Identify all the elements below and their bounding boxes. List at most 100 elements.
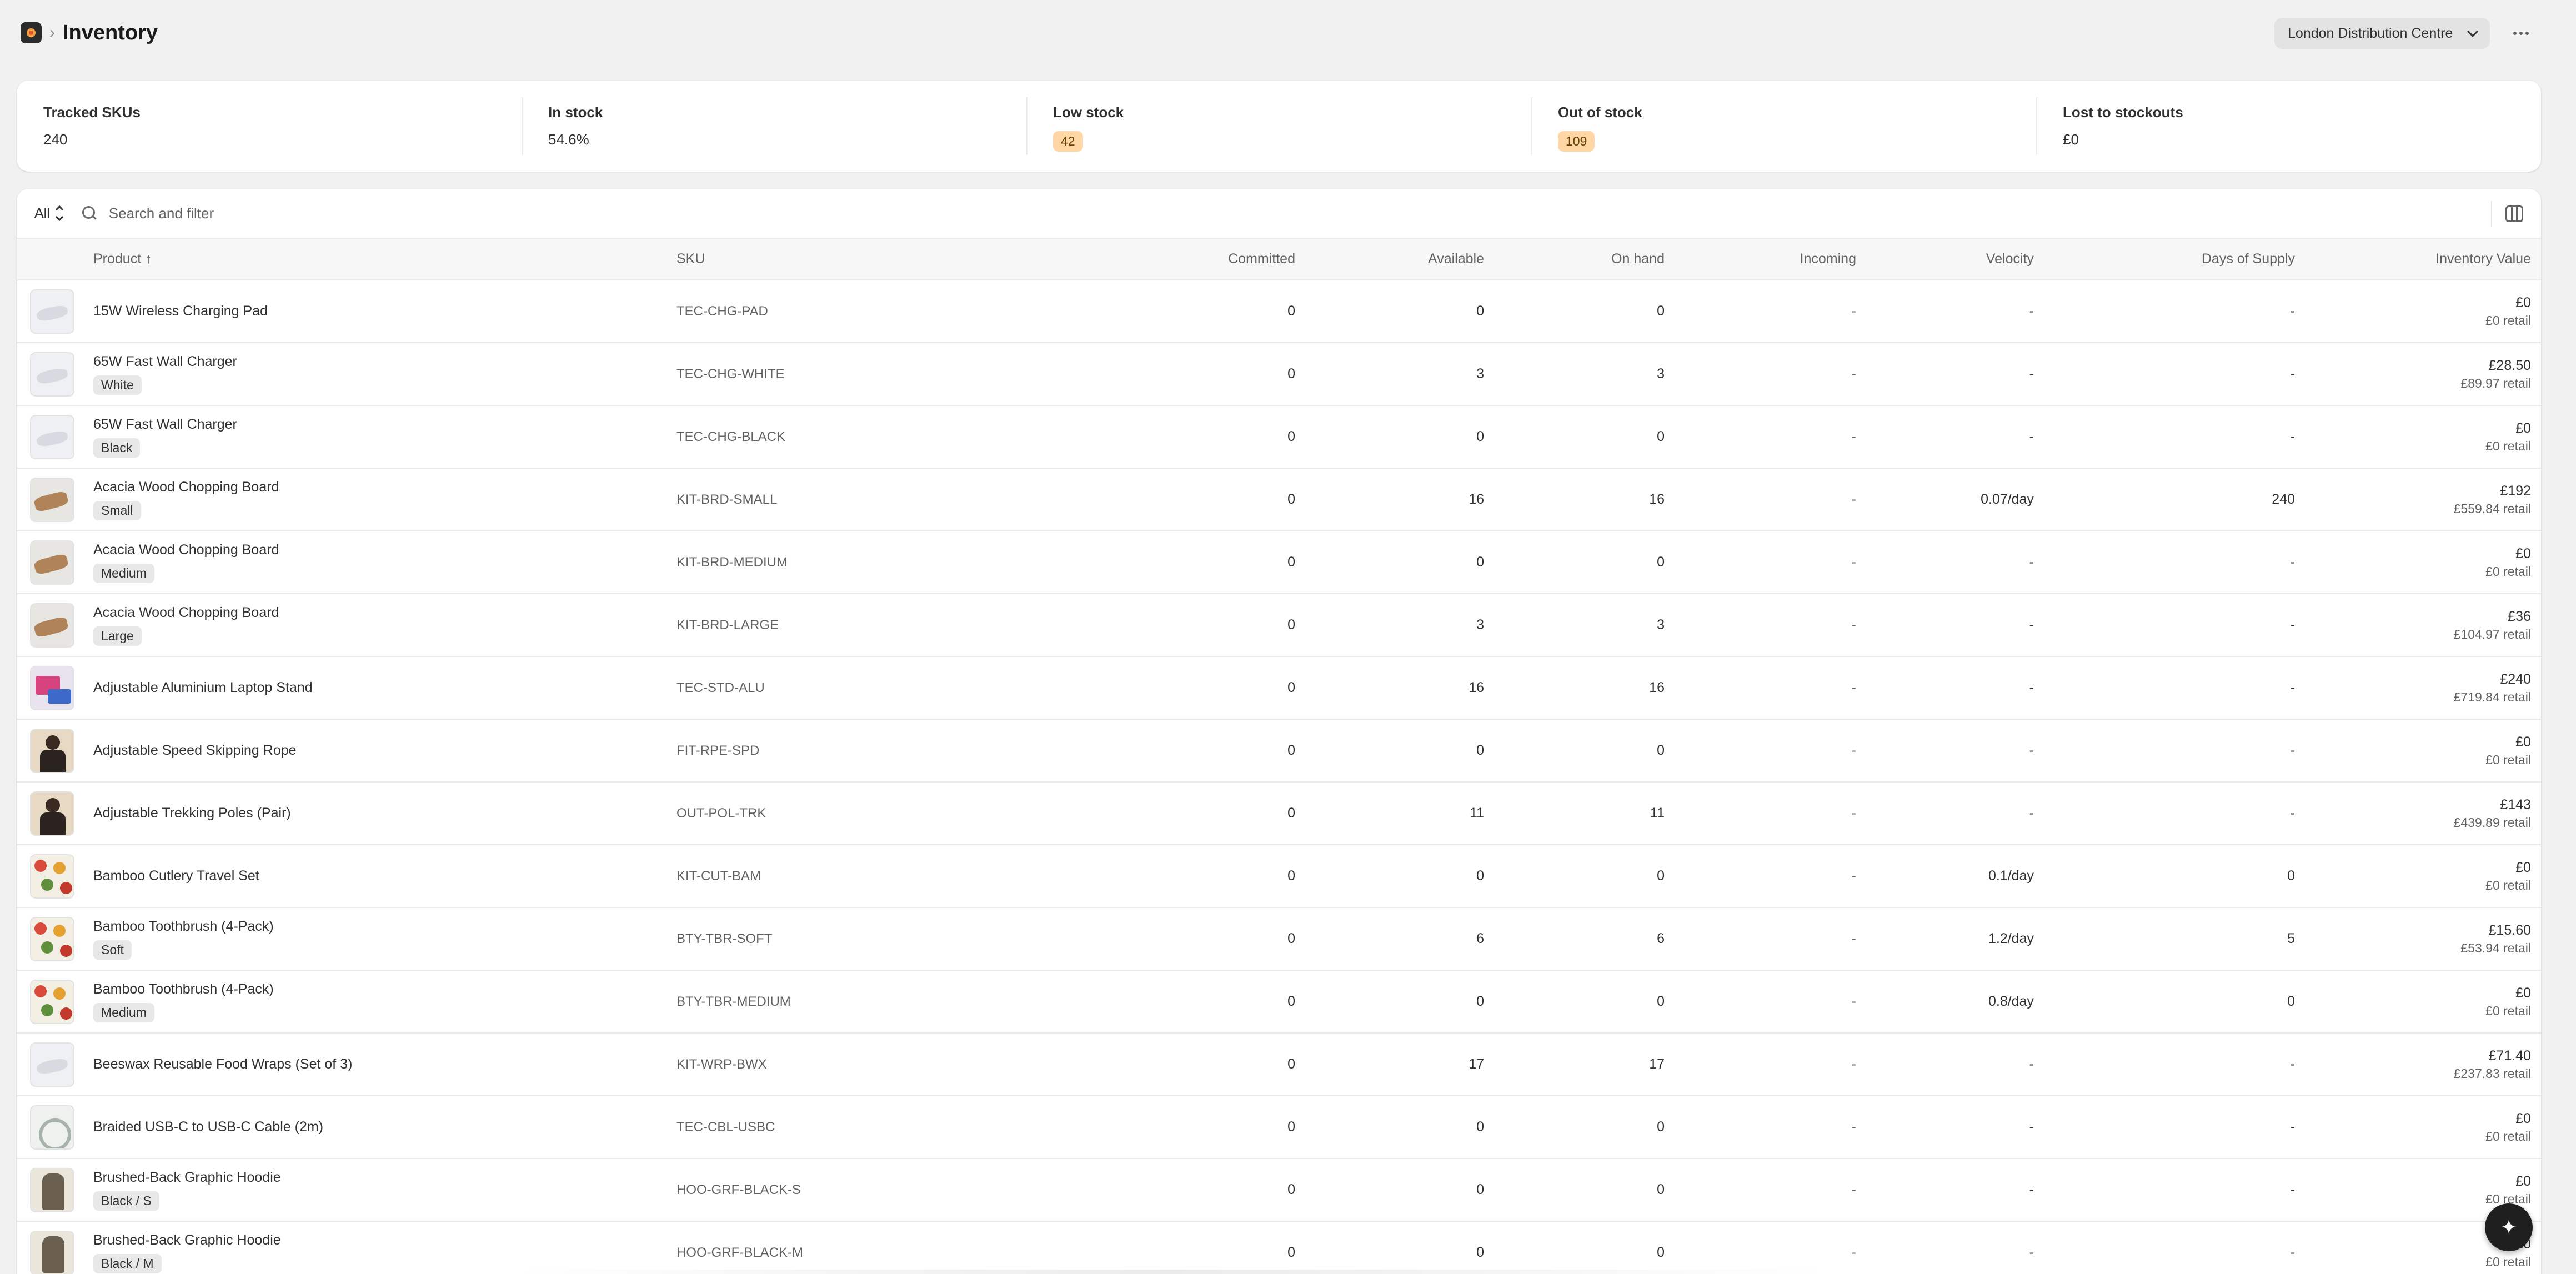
header-velocity[interactable]: Velocity (1866, 239, 2044, 280)
available-cell[interactable]: 16 (1305, 656, 1494, 719)
inventory-value-cell: £0 £0 retail (2305, 280, 2541, 343)
product-cell[interactable]: 65W Fast Wall Charger Black (83, 405, 666, 468)
on-hand-cell[interactable]: 0 (1494, 280, 1675, 343)
product-cell[interactable]: Bamboo Toothbrush (4-Pack) Soft (83, 907, 666, 970)
on-hand-cell[interactable]: 3 (1494, 343, 1675, 405)
product-name: 15W Wireless Charging Pad (93, 303, 268, 319)
on-hand-cell[interactable]: 16 (1494, 468, 1675, 531)
product-cell[interactable]: 65W Fast Wall Charger White (83, 343, 666, 405)
table-row[interactable]: Beeswax Reusable Food Wraps (Set of 3) KI… (17, 1033, 2541, 1096)
search-input[interactable] (108, 204, 775, 222)
on-hand-cell[interactable]: 6 (1494, 907, 1675, 970)
header-days-of-supply[interactable]: Days of Supply (2044, 239, 2305, 280)
available-cell[interactable]: 0 (1305, 531, 1494, 594)
velocity-cell: - (2029, 805, 2034, 821)
available-cell[interactable]: 17 (1305, 1033, 1494, 1096)
table-row[interactable]: Bamboo Toothbrush (4-Pack) Medium BTY-TBR-… (17, 970, 2541, 1033)
header-available[interactable]: Available (1305, 239, 1494, 280)
table-row[interactable]: Adjustable Aluminium Laptop Stand TEC-STD… (17, 656, 2541, 719)
product-thumbnail (30, 1230, 74, 1274)
table-row[interactable]: Brushed-Back Graphic Hoodie Black / M HOO-… (17, 1221, 2541, 1274)
available-cell[interactable]: 0 (1305, 1096, 1494, 1158)
product-cell[interactable]: Bamboo Cutlery Travel Set (83, 845, 666, 907)
product-cell[interactable]: 15W Wireless Charging Pad (83, 280, 666, 343)
available-cell[interactable]: 3 (1305, 343, 1494, 405)
table-row[interactable]: Braided USB-C to USB-C Cable (2m) TEC-CBL… (17, 1096, 2541, 1158)
app-logo-icon[interactable] (21, 22, 42, 43)
available-cell[interactable]: 0 (1305, 719, 1494, 782)
available-cell[interactable]: 0 (1305, 280, 1494, 343)
header-incoming[interactable]: Incoming (1675, 239, 1866, 280)
table-row[interactable]: 65W Fast Wall Charger White TEC-CHG-WHITE 0… (17, 343, 2541, 405)
on-hand-cell[interactable]: 11 (1494, 782, 1675, 845)
table-row[interactable]: Acacia Wood Chopping Board Small KIT-BRD-S… (17, 468, 2541, 531)
on-hand-cell[interactable]: 3 (1494, 594, 1675, 656)
location-selector[interactable]: London Distribution Centre (2274, 18, 2490, 49)
retail-value: £0 retail (2485, 1003, 2531, 1018)
table-row[interactable]: Bamboo Toothbrush (4-Pack) Soft BTY-TBR-SO… (17, 907, 2541, 970)
product-cell[interactable]: Adjustable Speed Skipping Rope (83, 719, 666, 782)
table-row[interactable]: Brushed-Back Graphic Hoodie Black / S HOO-… (17, 1158, 2541, 1221)
product-cell[interactable]: Acacia Wood Chopping Board Large (83, 594, 666, 656)
more-actions-button[interactable] (2508, 21, 2534, 46)
on-hand-cell[interactable]: 17 (1494, 1033, 1675, 1096)
table-row[interactable]: Adjustable Speed Skipping Rope FIT-RPE-SP… (17, 719, 2541, 782)
variant-badge: Black / S (93, 1191, 159, 1211)
sparkle-assistant-button[interactable]: ✦ (2485, 1203, 2533, 1251)
sku-cell: HOO-GRF-BLACK-S (676, 1182, 801, 1197)
header-committed[interactable]: Committed (1016, 239, 1305, 280)
available-cell[interactable]: 0 (1305, 845, 1494, 907)
product-thumbnail (30, 979, 74, 1024)
header-inventory-value[interactable]: Inventory Value (2305, 239, 2541, 280)
table-row[interactable]: Bamboo Cutlery Travel Set KIT-CUT-BAM 0 0 0-… (17, 845, 2541, 907)
on-hand-cell[interactable]: 0 (1494, 845, 1675, 907)
select-arrows-icon (55, 205, 63, 222)
on-hand-cell[interactable]: 0 (1494, 1221, 1675, 1274)
table-row[interactable]: 15W Wireless Charging Pad TEC-CHG-PAD 0 0 0-… (17, 280, 2541, 343)
on-hand-cell[interactable]: 16 (1494, 656, 1675, 719)
product-cell[interactable]: Adjustable Aluminium Laptop Stand (83, 656, 666, 719)
view-selector[interactable]: All (34, 205, 63, 222)
product-thumbnail (30, 603, 74, 648)
dot-icon (2519, 32, 2523, 35)
header-product[interactable]: Product ↑ (83, 239, 666, 280)
product-cell[interactable]: Acacia Wood Chopping Board Medium (83, 531, 666, 594)
available-cell[interactable]: 6 (1305, 907, 1494, 970)
available-cell[interactable]: 0 (1305, 1158, 1494, 1221)
available-cell[interactable]: 16 (1305, 468, 1494, 531)
on-hand-cell[interactable]: 0 (1494, 719, 1675, 782)
table-row[interactable]: Acacia Wood Chopping Board Large KIT-BRD-L… (17, 594, 2541, 656)
available-cell[interactable]: 0 (1305, 1221, 1494, 1274)
product-cell[interactable]: Beeswax Reusable Food Wraps (Set of 3) (83, 1033, 666, 1096)
on-hand-cell[interactable]: 0 (1494, 405, 1675, 468)
product-cell[interactable]: Acacia Wood Chopping Board Small (83, 468, 666, 531)
table-row[interactable]: Adjustable Trekking Poles (Pair) OUT-POL-… (17, 782, 2541, 845)
days-of-supply-cell: - (2290, 1056, 2295, 1072)
sku-cell: FIT-RPE-SPD (676, 743, 760, 758)
header-on-hand[interactable]: On hand (1494, 239, 1675, 280)
columns-icon[interactable] (2505, 205, 2523, 222)
product-cell[interactable]: Brushed-Back Graphic Hoodie Black / S (83, 1158, 666, 1221)
thumb-cell (17, 343, 83, 405)
available-cell[interactable]: 0 (1305, 970, 1494, 1033)
on-hand-cell[interactable]: 0 (1494, 970, 1675, 1033)
velocity-cell: - (2029, 303, 2034, 319)
table-row[interactable]: 65W Fast Wall Charger Black TEC-CHG-BLACK 0… (17, 405, 2541, 468)
on-hand-cell[interactable]: 0 (1494, 1096, 1675, 1158)
product-cell[interactable]: Brushed-Back Graphic Hoodie Black / M (83, 1221, 666, 1274)
table-row[interactable]: Acacia Wood Chopping Board Medium KIT-BRD-… (17, 531, 2541, 594)
inventory-value: £192 (2500, 483, 2531, 499)
product-cell[interactable]: Braided USB-C to USB-C Cable (2m) (83, 1096, 666, 1158)
inventory-value-cell: £36 £104.97 retail (2305, 594, 2541, 656)
available-cell[interactable]: 11 (1305, 782, 1494, 845)
header-sku[interactable]: SKU (666, 239, 1016, 280)
available-cell[interactable]: 3 (1305, 594, 1494, 656)
available-cell[interactable]: 0 (1305, 405, 1494, 468)
on-hand-cell[interactable]: 0 (1494, 1158, 1675, 1221)
product-name: Braided USB-C to USB-C Cable (2m) (93, 1119, 324, 1135)
days-of-supply-cell: - (2290, 303, 2295, 319)
product-cell[interactable]: Adjustable Trekking Poles (Pair) (83, 782, 666, 845)
on-hand-cell[interactable]: 0 (1494, 531, 1675, 594)
product-cell[interactable]: Bamboo Toothbrush (4-Pack) Medium (83, 970, 666, 1033)
incoming-cell: - (1851, 303, 1856, 319)
